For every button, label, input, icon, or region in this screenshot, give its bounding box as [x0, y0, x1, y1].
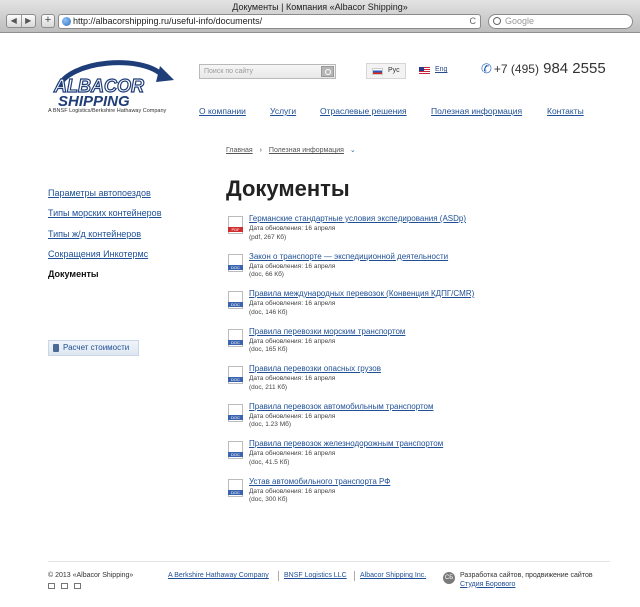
sidebar-item-documents[interactable]: Документы: [48, 264, 161, 284]
footer-link-berkshire[interactable]: A Berkshire Hathaway Company: [168, 572, 269, 579]
list-item: DOC Правила перевозки морским транспорто…: [228, 327, 628, 365]
chevron-down-icon[interactable]: ⌄: [350, 147, 356, 154]
footer-link-bnsf[interactable]: BNSF Logistics LLC: [284, 572, 347, 579]
document-link[interactable]: Правила перевозки морским транспортом: [249, 327, 405, 336]
sidebar: Параметры автопоездов Типы морских конте…: [48, 183, 161, 284]
nav-industries[interactable]: Отраслевые решения: [320, 106, 407, 116]
home-icon[interactable]: [48, 583, 55, 589]
pdf-file-icon: PDF: [228, 216, 243, 234]
sidebar-item-rail-containers[interactable]: Типы ж/д контейнеров: [48, 224, 161, 244]
forward-icon[interactable]: ▶: [22, 15, 36, 27]
site-search-input[interactable]: Поиск по сайту: [199, 64, 336, 79]
list-item: DOC Закон о транспорте — экспедиционной …: [228, 252, 628, 290]
page-title: Документы: [226, 176, 350, 201]
document-link[interactable]: Правила международных перевозок (Конвенц…: [249, 289, 474, 298]
url-text: http://albacorshipping.ru/useful-info/do…: [73, 16, 263, 26]
nav-about[interactable]: О компании: [199, 106, 246, 116]
history-buttons: ◀ ▶: [6, 14, 36, 28]
doc-file-icon: DOC: [228, 328, 243, 347]
search-icon: [493, 17, 501, 25]
doc-file-icon: DOC: [228, 253, 243, 272]
document-link[interactable]: Правила перевозок железнодорожным трансп…: [249, 439, 443, 448]
sidebar-item-sea-containers[interactable]: Типы морских контейнеров: [48, 203, 161, 223]
document-link[interactable]: Правила перевозок автомобильным транспор…: [249, 402, 434, 411]
studio-credit: Разработка сайтов, продвижение сайтов Ст…: [460, 572, 593, 588]
studio-link[interactable]: Студия Борового: [460, 581, 515, 588]
sitemap-icon[interactable]: [74, 583, 81, 589]
russia-flag-icon: [372, 68, 383, 75]
document-link[interactable]: Правила перевозки опасных грузов: [249, 364, 381, 373]
logo-tagline: A BNSF Logistics/Berkshire Hathaway Comp…: [48, 108, 167, 114]
doc-file-icon: DOC: [228, 366, 243, 384]
doc-file-icon: DOC: [228, 478, 243, 497]
list-item: DOC Правила перевозок железнодорожным тр…: [228, 439, 628, 477]
studio-logo-icon: СБ: [443, 572, 455, 584]
nav-services[interactable]: Услуги: [270, 106, 296, 116]
calculator-icon: [53, 344, 59, 352]
reload-icon[interactable]: C: [470, 15, 477, 28]
mail-icon[interactable]: [61, 583, 68, 589]
footer-divider: [48, 561, 610, 562]
breadcrumb-home[interactable]: Главная: [226, 147, 253, 154]
document-link[interactable]: Закон о транспорте — экспедиционной деят…: [249, 252, 448, 261]
phone-number: ✆ +7 (495) 984 2555: [481, 60, 606, 77]
doc-file-icon: DOC: [228, 291, 243, 309]
breadcrumb: Главная › Полезная информация ⌄: [226, 146, 356, 154]
nav-useful-info[interactable]: Полезная информация: [431, 106, 522, 116]
search-submit-icon[interactable]: [321, 66, 334, 77]
window-title: Документы | Компания «Albacor Shipping»: [232, 2, 408, 12]
footer-separator: [354, 571, 355, 581]
browser-search-input[interactable]: Google: [488, 14, 633, 29]
footer-link-albacor-inc[interactable]: Albacor Shipping Inc.: [360, 572, 426, 579]
globe-icon: [62, 17, 71, 26]
list-item: DOC Устав автомобильного транспорта РФ Д…: [228, 477, 628, 515]
breadcrumb-separator: ›: [259, 147, 262, 154]
doc-file-icon: DOC: [228, 441, 243, 459]
phone-icon: ✆: [481, 61, 492, 76]
browser-chrome: Документы | Компания «Albacor Shipping» …: [0, 0, 640, 33]
document-link[interactable]: Германские стандартные условия экспедиро…: [249, 214, 466, 223]
url-input[interactable]: http://albacorshipping.ru/useful-info/do…: [58, 14, 481, 29]
sidebar-item-truck-params[interactable]: Параметры автопоездов: [48, 183, 161, 203]
doc-file-icon: DOC: [228, 403, 243, 422]
back-icon[interactable]: ◀: [7, 15, 22, 27]
copyright: © 2013 «Albacor Shipping»: [48, 572, 134, 579]
calculate-cost-button[interactable]: Расчет стоимости: [48, 340, 139, 356]
lang-ru-button[interactable]: Рус: [366, 63, 406, 79]
lang-en-link[interactable]: Eng: [414, 63, 450, 79]
list-item: DOC Правила международных перевозок (Кон…: [228, 289, 628, 327]
document-list: PDF Германские стандартные условия экспе…: [228, 214, 628, 514]
usa-flag-icon: [419, 67, 430, 74]
list-item: PDF Германские стандартные условия экспе…: [228, 214, 628, 252]
breadcrumb-current[interactable]: Полезная информация: [269, 147, 344, 154]
footer-icons: [48, 583, 81, 589]
add-bookmark-button[interactable]: +: [41, 14, 55, 28]
nav-contacts[interactable]: Контакты: [547, 106, 584, 116]
list-item: DOC Правила перевозки опасных грузов Дат…: [228, 364, 628, 402]
footer-separator: [278, 571, 279, 581]
list-item: DOC Правила перевозок автомобильным тран…: [228, 402, 628, 440]
document-link[interactable]: Устав автомобильного транспорта РФ: [249, 477, 390, 486]
sidebar-item-incoterms[interactable]: Сокращения Инкотермс: [48, 244, 161, 264]
